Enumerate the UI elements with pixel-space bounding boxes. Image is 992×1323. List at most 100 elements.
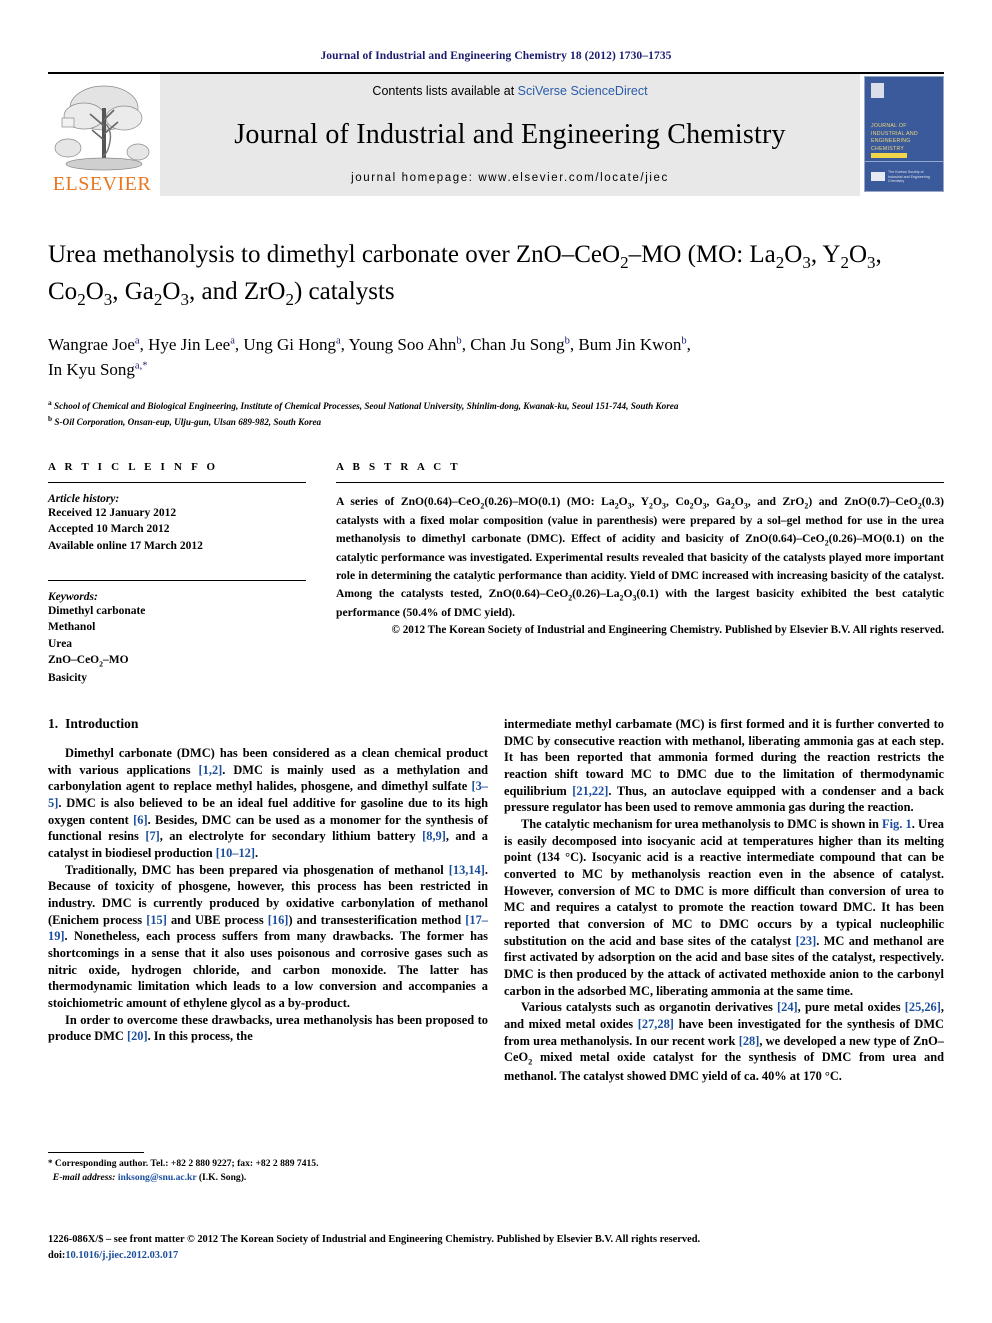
title-part: , Ga [112,277,154,305]
author-sep: , [340,334,349,354]
cover-divider [865,161,943,162]
title-sub: 3 [103,289,113,309]
author-list: Wangrae Joea, Hye Jin Leea, Ung Gi Honga… [48,332,944,383]
elsevier-tree-icon [54,85,150,171]
title-part: –MO (MO: La [628,241,776,268]
keywords-block: Keywords: Dimethyl carbonate Methanol Ur… [48,580,306,686]
title-sub: 3 [867,253,876,272]
body-right-column: intermediate methyl carbamate (MC) is fi… [504,716,944,1085]
journal-homepage[interactable]: journal homepage: www.elsevier.com/locat… [351,172,669,184]
author-name[interactable]: Hye Jin Lee [148,335,230,354]
keyword-item: ZnO–CeO2–MO [48,654,129,669]
elsevier-logo: ELSEVIER [48,74,156,196]
body-left-column: 1. Introduction Dimethyl carbonate (DMC) … [48,716,488,1085]
author-name[interactable]: In Kyu Song [48,360,135,379]
title-part: Co [48,277,78,305]
author-sep: , [139,334,149,354]
abstract-column: A B S T R A C T A series of ZnO(0.64)–Ce… [336,461,944,686]
body-column-gap [488,716,504,1085]
abstract-copyright: © 2012 The Korean Society of Industrial … [391,624,944,637]
title-part: O [784,241,803,268]
contents-prefix: Contents lists available at [372,84,518,98]
affiliation-list: a School of Chemical and Biological Engi… [48,397,944,430]
page-title: Urea methanolysis to dimethyl carbonate … [48,238,944,312]
title-part: O [85,277,104,305]
paragraph: Dimethyl carbonate (DMC) has been consid… [48,745,488,860]
affiliation-mark: b [48,413,53,423]
issn-copyright-line: 1226-086X/$ – see front matter © 2012 Th… [48,1234,701,1245]
author-name[interactable]: Bum Jin Kwon [578,335,681,354]
title-sub: 2 [775,253,785,272]
title-sub: 2 [285,289,294,309]
author-affiliation-mark: a,* [134,360,148,372]
history-item: Available online 17 March 2012 [48,539,203,552]
author-entry: In Kyu Songa,* [48,360,147,379]
keywords-label: Keywords: [48,591,98,604]
info-abstract-section: A R T I C L E I N F O Article history: R… [48,461,944,686]
author-entry: Hye Jin Leea, [148,335,243,354]
email-owner: (I.K. Song). [198,1172,247,1184]
article-history-label: Article history: [48,493,120,506]
footnote-marker: * [48,1158,53,1168]
paragraph: intermediate methyl carbamate (MC) is fi… [504,716,944,815]
title-sub: 2 [77,289,86,309]
cover-title: Journal of Industrial and Engineering Ch… [871,123,918,152]
section-title: Introduction [65,715,139,731]
title-part: , and ZrO [188,277,286,305]
cover-society-name: The Korean Society of Industrial and Eng… [888,169,930,184]
masthead-center: Contents lists available at SciVerse Sci… [160,74,860,196]
abstract-heading: A B S T R A C T [336,461,461,474]
keyword-item: Basicity [48,671,87,684]
keyword-item: Methanol [48,621,96,634]
article-info-heading: A R T I C L E I N F O [48,461,219,474]
author-entry: Ung Gi Honga, [243,335,348,354]
keywords-list: Dimethyl carbonate Methanol Urea ZnO–CeO… [48,603,306,686]
cover-society-logo [871,172,885,182]
doi-link[interactable]: 10.1016/j.jiec.2012.03.017 [65,1250,178,1261]
author-entry: Chan Ju Songb, [470,335,578,354]
title-part: , [875,241,882,268]
paragraph: The catalytic mechanism for urea methano… [504,816,944,998]
author-name[interactable]: Chan Ju Song [470,335,564,354]
author-entry: Bum Jin Kwonb, [578,335,690,354]
author-entry: Wangrae Joea, [48,335,148,354]
history-item: Received 12 January 2012 [48,507,177,520]
journal-cover-thumbnail: Journal of Industrial and Engineering Ch… [864,76,944,192]
footnote-rule [48,1152,144,1153]
article-history-list: Received 12 January 2012 Accepted 10 Mar… [48,505,306,554]
article-page: Journal of Industrial and Engineering Ch… [0,0,992,1323]
journal-masthead: ELSEVIER Contents lists available at Sci… [48,72,944,196]
author-entry: Young Soo Ahnb, [349,335,471,354]
title-sub: 2 [620,253,629,272]
column-gap [306,461,336,686]
section-heading-introduction: 1. Introduction [48,716,488,732]
author-name[interactable]: Wangrae Joe [48,335,135,354]
abstract-text: A series of ZnO(0.64)–CeO2(0.26)–MO(0.1)… [336,495,944,619]
article-info-column: A R T I C L E I N F O Article history: R… [48,461,306,686]
cover-footer: The Korean Society of Industrial and Eng… [871,170,937,184]
info-divider-top [48,482,306,484]
affiliation-text: School of Chemical and Biological Engine… [53,400,679,411]
affiliation-item: b S-Oil Corporation, Onsan-eup, Ulju-gun… [48,413,944,429]
title-sub: 2 [840,253,849,272]
affiliation-item: a School of Chemical and Biological Engi… [48,397,944,413]
title-part: O [848,241,868,268]
title-sub: 3 [802,253,811,272]
info-divider-keywords [48,580,306,582]
title-part: ) catalysts [293,277,395,305]
author-sep: , [461,334,471,354]
title-part: , Y [810,241,841,268]
paragraph: In order to overcome these drawbacks, ur… [48,1012,488,1044]
email-link[interactable]: inksong@snu.ac.kr [118,1172,197,1183]
email-label: E-mail address: [52,1172,116,1184]
author-name[interactable]: Young Soo Ahn [349,335,457,354]
running-head: Journal of Industrial and Engineering Ch… [320,50,672,62]
author-name[interactable]: Ung Gi Hong [243,335,336,354]
section-number: 1. [48,715,59,731]
author-sep: , [686,334,691,354]
sciencedirect-link[interactable]: SciVerse ScienceDirect [518,84,648,98]
corresponding-author-footnote: * Corresponding author. Tel.: +82 2 880 … [48,1152,488,1186]
doi-label: doi: [48,1250,66,1262]
affiliation-text: S-Oil Corporation, Onsan-eup, Ulju-gun, … [54,416,322,427]
cover-accent-bar [871,153,907,158]
